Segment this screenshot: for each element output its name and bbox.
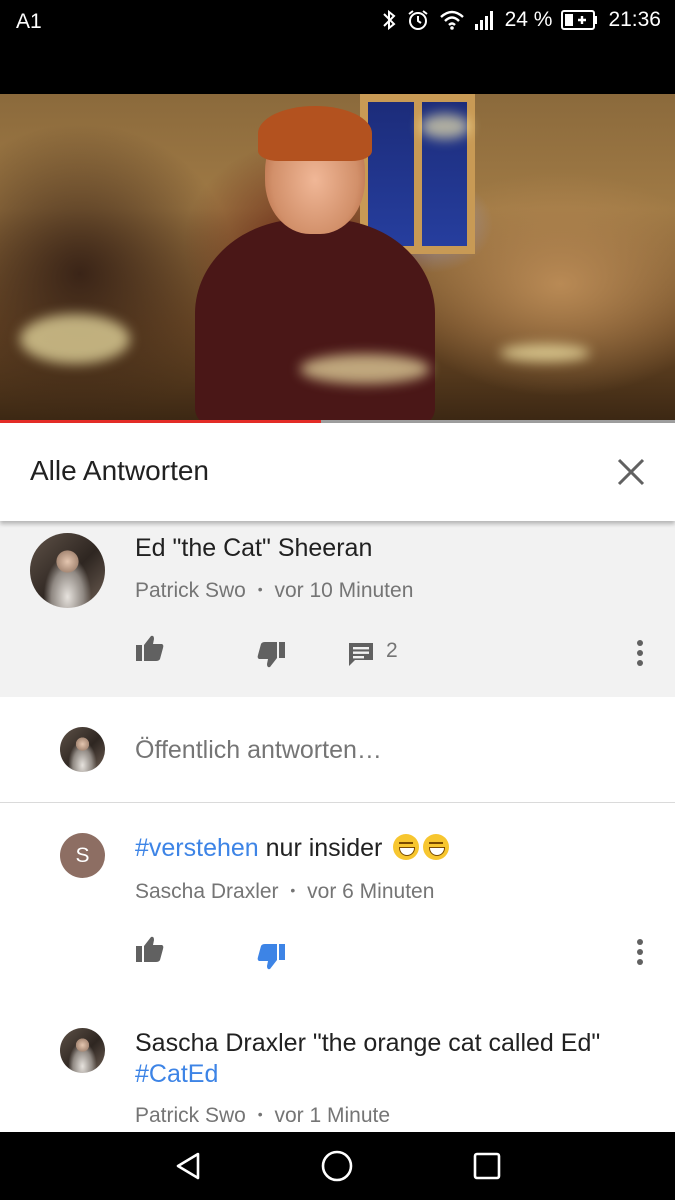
replies-header: Alle Antworten xyxy=(0,423,675,521)
more-options-icon[interactable] xyxy=(636,938,644,966)
comment-author[interactable]: Patrick Swo xyxy=(135,579,246,602)
video-person-body xyxy=(195,219,435,422)
android-nav-bar xyxy=(0,1132,675,1200)
avatar xyxy=(60,727,105,772)
meta-separator: • xyxy=(257,1106,263,1122)
reply-item: S #verstehen nur insider Sascha Draxler … xyxy=(0,803,675,1003)
video-frame[interactable] xyxy=(0,94,675,422)
reply-item: Sascha Draxler "the orange cat called Ed… xyxy=(0,1003,675,1132)
signal-icon xyxy=(474,11,493,30)
comment-meta: Sascha Draxler • vor 6 Minuten xyxy=(135,880,434,904)
meta-separator: • xyxy=(290,882,296,898)
comment-text: #verstehen nur insider xyxy=(135,833,450,864)
comment-text: Sascha Draxler "the orange cat called Ed… xyxy=(135,1028,635,1090)
clock: 21:36 xyxy=(608,8,661,31)
comment-time: vor 10 Minuten xyxy=(274,579,414,602)
video-light-glow xyxy=(500,344,590,362)
avatar[interactable] xyxy=(60,1028,105,1073)
reply-input[interactable]: Öffentlich antworten… xyxy=(135,736,382,765)
close-icon[interactable] xyxy=(615,456,647,488)
avatar[interactable]: S xyxy=(60,833,105,878)
comment-text: Ed "the Cat" Sheeran xyxy=(135,534,373,562)
comment-time: vor 6 Minuten xyxy=(307,880,435,903)
video-light-glow xyxy=(20,314,130,364)
hashtag-link[interactable]: #verstehen xyxy=(135,834,259,862)
avatar-letter: S xyxy=(75,843,90,867)
comment-meta: Patrick Swo • vor 10 Minuten xyxy=(135,579,413,603)
home-icon[interactable] xyxy=(320,1149,354,1183)
wifi-icon xyxy=(439,10,464,30)
grinning-emoji-icon xyxy=(423,834,450,860)
comment-author[interactable]: Sascha Draxler xyxy=(135,880,279,903)
sheet-title: Alle Antworten xyxy=(30,455,209,486)
comment-body: Sascha Draxler "the orange cat called Ed… xyxy=(135,1029,601,1057)
carrier-label: A1 xyxy=(16,10,42,33)
video-light-glow xyxy=(300,354,430,384)
reply-comment-icon[interactable] xyxy=(347,641,375,667)
thumbs-down-icon[interactable] xyxy=(256,641,286,669)
meta-separator: • xyxy=(257,581,263,597)
comment-meta: Patrick Swo • vor 1 Minute xyxy=(135,1104,390,1128)
comment-body: nur insider xyxy=(258,834,383,862)
recents-icon[interactable] xyxy=(472,1151,502,1181)
video-player[interactable] xyxy=(0,46,675,425)
reply-count: 2 xyxy=(386,639,398,662)
battery-charging-icon xyxy=(561,10,598,30)
back-icon[interactable] xyxy=(172,1150,204,1182)
hashtag-link[interactable]: #CatEd xyxy=(135,1060,218,1088)
thumbs-up-icon[interactable] xyxy=(135,935,165,963)
thumbs-down-icon-active[interactable] xyxy=(256,943,286,971)
bluetooth-icon xyxy=(382,9,396,31)
video-person-hair xyxy=(258,106,372,161)
avatar[interactable] xyxy=(30,533,105,608)
alarm-icon xyxy=(407,10,428,30)
status-bar: A1 24 % 21:36 xyxy=(0,0,675,46)
parent-comment: Ed "the Cat" Sheeran Patrick Swo • vor 1… xyxy=(0,521,675,697)
battery-percent: 24 % xyxy=(504,8,553,31)
grinning-emoji-icon xyxy=(393,834,420,860)
comment-author[interactable]: Patrick Swo xyxy=(135,1104,246,1127)
reply-input-row[interactable]: Öffentlich antworten… xyxy=(0,697,675,803)
video-light-glow xyxy=(420,114,470,139)
status-icons: 24 % 21:36 xyxy=(381,8,661,32)
thumbs-up-icon[interactable] xyxy=(135,634,165,662)
more-options-icon[interactable] xyxy=(636,639,644,667)
comment-time: vor 1 Minute xyxy=(274,1104,391,1127)
